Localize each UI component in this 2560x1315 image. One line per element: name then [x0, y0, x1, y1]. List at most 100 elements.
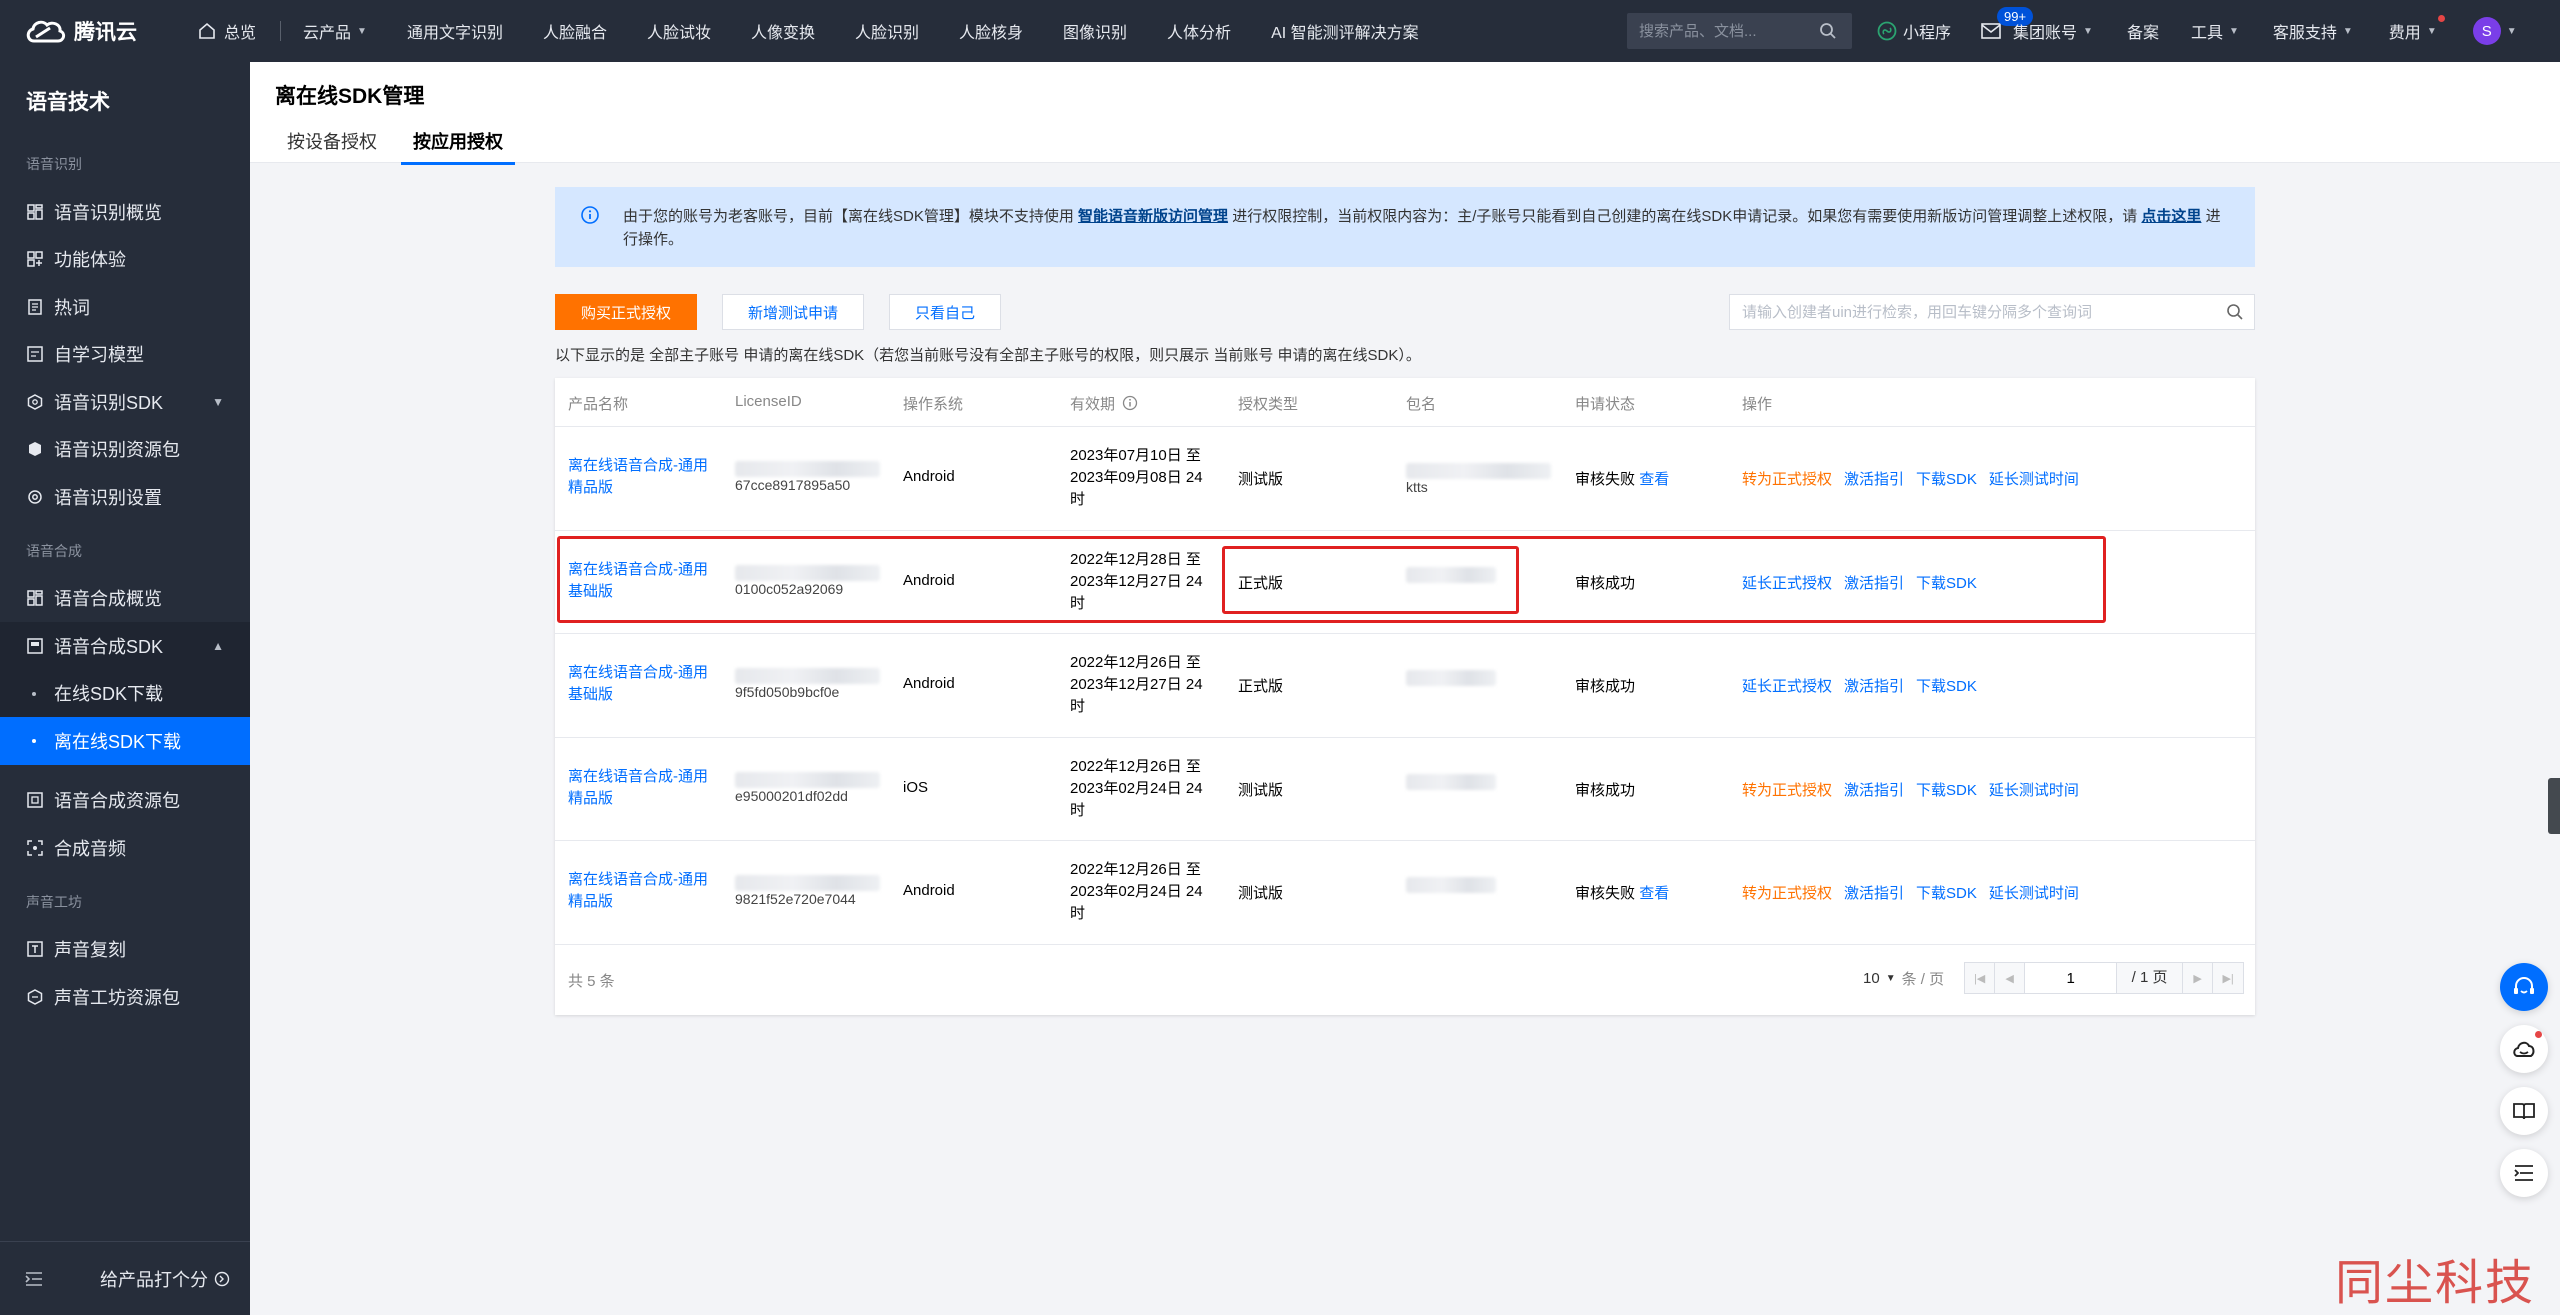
- nav-item-ocr[interactable]: 通用文字识别: [407, 19, 503, 43]
- row-action-link[interactable]: 转为正式授权: [1742, 882, 1832, 903]
- chevron-down-icon: ▼: [357, 25, 367, 37]
- info-icon[interactable]: [1122, 395, 1138, 411]
- tencent-cloud-logo[interactable]: 腾讯云: [24, 16, 174, 46]
- sidebar-item-voice-resource[interactable]: 声音工坊资源包: [0, 973, 250, 1021]
- row-actions: 转为正式授权 激活指引 下载SDK 延长测试时间: [1742, 468, 2079, 489]
- tab-by-device[interactable]: 按设备授权: [275, 128, 389, 165]
- buy-license-button[interactable]: 购买正式授权: [555, 294, 698, 330]
- edge-drawer-handle[interactable]: [2548, 778, 2560, 834]
- billing-menu[interactable]: 费用 ▼: [2389, 15, 2445, 43]
- row-action-link[interactable]: 转为正式授权: [1742, 468, 1832, 489]
- sidebar-item-feature-demo[interactable]: 功能体验: [0, 236, 250, 284]
- nav-item-image-recognition[interactable]: 图像识别: [1063, 19, 1127, 43]
- search-icon[interactable]: [1819, 22, 1837, 40]
- sidebar-item-hotwords[interactable]: 热词: [0, 283, 250, 331]
- rate-product-button[interactable]: 给产品打个分: [100, 1266, 230, 1292]
- product-name-link[interactable]: 离在线语音合成-通用基础版: [568, 662, 718, 706]
- tools-menu[interactable]: 工具 ▼: [2191, 19, 2239, 43]
- new-test-application-button[interactable]: 新增测试申请: [722, 294, 865, 330]
- sidebar-item-tts-sdk[interactable]: 语音合成SDK ▲: [0, 622, 250, 670]
- mail-button[interactable]: 99+: [1981, 7, 2034, 39]
- row-action-link[interactable]: 激活指引: [1844, 779, 1904, 800]
- row-action-link[interactable]: 激活指引: [1844, 468, 1904, 489]
- audio-icon: [26, 839, 44, 857]
- row-action-link[interactable]: 延长正式授权: [1742, 675, 1832, 696]
- row-action-link[interactable]: 下载SDK: [1916, 572, 1977, 593]
- row-action-link[interactable]: 延长测试时间: [1989, 882, 2079, 903]
- nav-home[interactable]: 总览: [198, 19, 256, 43]
- nav-item-ai-evaluation[interactable]: AI 智能测评解决方案: [1271, 19, 1419, 43]
- row-action-link[interactable]: 激活指引: [1844, 572, 1904, 593]
- sidebar-item-asr-resource[interactable]: 语音识别资源包: [0, 426, 250, 474]
- sidebar-item-asr-overview[interactable]: 语音识别概览: [0, 188, 250, 236]
- row-action-link[interactable]: 下载SDK: [1916, 675, 1977, 696]
- product-name-link[interactable]: 离在线语音合成-通用精品版: [568, 455, 718, 499]
- row-action-link[interactable]: 激活指引: [1844, 675, 1904, 696]
- sidebar-item-tts-resource[interactable]: 语音合成资源包: [0, 777, 250, 825]
- row-action-link[interactable]: 下载SDK: [1916, 468, 1977, 489]
- row-action-link[interactable]: 下载SDK: [1916, 779, 1977, 800]
- view-reason-link[interactable]: 查看: [1639, 471, 1669, 488]
- sidebar-item-voice-clone[interactable]: 声音复刻: [0, 926, 250, 974]
- row-action-link[interactable]: 延长测试时间: [1989, 468, 2079, 489]
- search-icon[interactable]: [2226, 303, 2244, 321]
- beian-link[interactable]: 备案: [2127, 19, 2159, 43]
- os-cell: Android: [903, 675, 955, 692]
- validity-cell: 2022年12月26日 至 2023年12月27日 24时: [1070, 654, 1203, 715]
- docs-button[interactable]: [2500, 1087, 2548, 1135]
- sidebar-item-tts-overview[interactable]: 语音合成概览: [0, 575, 250, 623]
- sidebar-item-asr-sdk[interactable]: 语音识别SDK ▼: [0, 378, 250, 426]
- product-name-link[interactable]: 离在线语音合成-通用精品版: [568, 869, 718, 913]
- creator-uin-search-input[interactable]: [1742, 303, 2222, 321]
- page-size-select[interactable]: 10 ▼ 条 / 页: [1863, 968, 1944, 989]
- user-avatar-menu[interactable]: S ▼: [2472, 17, 2517, 45]
- sidebar-item-label: 热词: [54, 297, 90, 318]
- new-access-management-link[interactable]: 智能语音新版访问管理: [1078, 208, 1228, 225]
- list-button[interactable]: [2500, 1149, 2548, 1197]
- first-page-icon[interactable]: |◀: [1965, 963, 1996, 993]
- nav-cloud-products[interactable]: 云产品 ▼: [303, 19, 367, 43]
- nav-item-face-recognition[interactable]: 人脸识别: [855, 19, 919, 43]
- last-page-icon[interactable]: ▶|: [2213, 963, 2244, 993]
- cloud-assistant-button[interactable]: [2500, 1025, 2548, 1073]
- nav-item-portrait-transform[interactable]: 人像变换: [751, 19, 815, 43]
- next-page-icon[interactable]: ▶: [2183, 963, 2214, 993]
- support-menu[interactable]: 客服支持 ▼: [2273, 19, 2353, 43]
- product-name-link[interactable]: 离在线语音合成-通用基础版: [568, 559, 718, 603]
- row-action-link[interactable]: 下载SDK: [1916, 882, 1977, 903]
- row-action-link[interactable]: 转为正式授权: [1742, 779, 1832, 800]
- mini-program-label: 小程序: [1903, 25, 1952, 42]
- sidebar-item-asr-settings[interactable]: 语音识别设置: [0, 473, 250, 521]
- view-reason-link[interactable]: 查看: [1639, 885, 1669, 902]
- nav-item-body-analysis[interactable]: 人体分析: [1167, 19, 1231, 43]
- sidebar-item-label: 语音合成资源包: [54, 791, 180, 812]
- license-id-cell: 67cce8917895a50: [735, 461, 880, 493]
- prev-page-icon[interactable]: ◀: [1995, 963, 2026, 993]
- collapse-menu-icon[interactable]: [24, 1271, 44, 1287]
- redacted-license-prefix: [735, 875, 880, 891]
- sidebar-item-self-learning[interactable]: 自学习模型: [0, 331, 250, 379]
- sidebar-item-synth-audio[interactable]: 合成音频: [0, 824, 250, 872]
- tab-by-application[interactable]: 按应用授权: [401, 128, 515, 165]
- click-here-link[interactable]: 点击这里: [2141, 208, 2201, 225]
- auth-type-cell: 正式版: [1238, 678, 1284, 695]
- mini-program-link[interactable]: 小程序: [1877, 19, 1951, 43]
- account-label: 集团账号: [2013, 25, 2078, 42]
- nav-item-face-fusion[interactable]: 人脸融合: [543, 19, 607, 43]
- page-number-input[interactable]: [2025, 963, 2118, 993]
- account-menu[interactable]: 集团账号 ▼: [2013, 19, 2093, 43]
- row-action-link[interactable]: 激活指引: [1844, 882, 1904, 903]
- nav-divider: [280, 21, 282, 41]
- notice-text-before: 由于您的账号为老客账号，目前【离在线SDK管理】模块不支持使用: [623, 208, 1074, 225]
- sidebar-subitem-offline-sdk[interactable]: 离在线SDK下载: [0, 717, 250, 765]
- nav-item-face-verify[interactable]: 人脸核身: [959, 19, 1023, 43]
- hexagon-icon: [26, 988, 44, 1006]
- row-action-link[interactable]: 延长测试时间: [1989, 779, 2079, 800]
- nav-item-face-makeup[interactable]: 人脸试妆: [647, 19, 711, 43]
- sidebar-subitem-online-sdk[interactable]: 在线SDK下载: [0, 669, 250, 717]
- global-search-input[interactable]: [1639, 22, 1819, 40]
- customer-service-button[interactable]: [2500, 963, 2548, 1011]
- only-mine-button[interactable]: 只看自己: [889, 294, 1002, 330]
- product-name-link[interactable]: 离在线语音合成-通用精品版: [568, 766, 718, 810]
- row-action-link[interactable]: 延长正式授权: [1742, 572, 1832, 593]
